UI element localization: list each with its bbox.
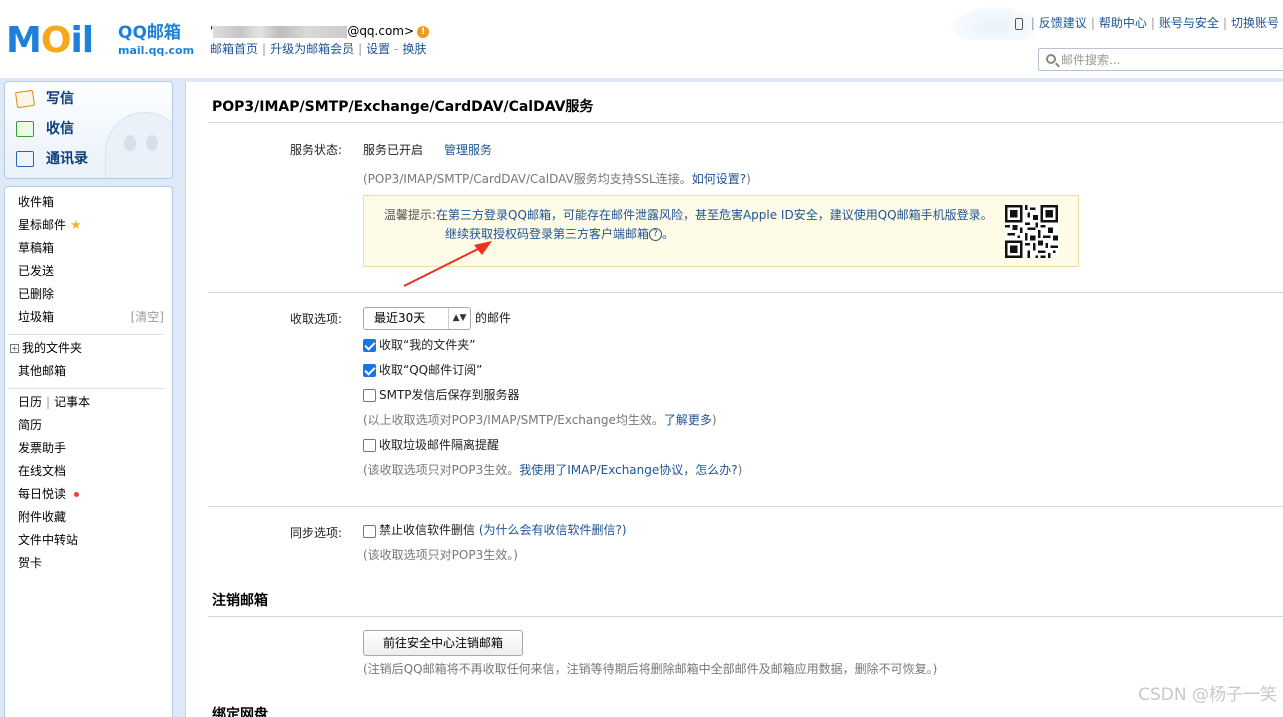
- folder-my-folders[interactable]: + 我的文件夹: [10, 338, 156, 358]
- contacts-button[interactable]: 通讯录: [16, 148, 88, 170]
- top-links: | 反馈建议 | 帮助中心 | 账号与安全 | 切换账号: [1014, 14, 1279, 32]
- app-attachments[interactable]: 附件收藏: [18, 507, 164, 527]
- fetch-options-note: (以上收取选项对POP3/IMAP/SMTP/Exchange均生效。了解更多): [363, 413, 717, 427]
- service-status-value: 服务已开启: [363, 143, 424, 157]
- folder-deleted[interactable]: 已删除: [18, 284, 164, 304]
- option-spam-alert: 收取垃圾邮件隔离提醒: [379, 438, 500, 452]
- app-resume[interactable]: 简历: [18, 415, 164, 435]
- app-calendar[interactable]: 日历: [18, 395, 42, 409]
- write-icon: [14, 89, 36, 109]
- ssl-note: (POP3/IMAP/SMTP/CardDAV/CalDAV服务均支持SSL连接…: [363, 172, 751, 186]
- link-change-skin[interactable]: 换肤: [402, 42, 426, 56]
- empty-spam-link[interactable]: [清空]: [131, 307, 164, 327]
- divider: [208, 122, 1283, 123]
- folder-inbox[interactable]: 收件箱: [18, 192, 164, 212]
- spam-option-note: (该收取选项只对POP3生效。我使用了IMAP/Exchange协议，怎么办?): [363, 463, 743, 477]
- app-file-transfer[interactable]: 文件中转站: [18, 530, 164, 550]
- folder-spam[interactable]: 垃圾箱 [清空]: [18, 307, 164, 327]
- account-links: 邮箱首页 | 升级为邮箱会员 | 设置 - 换肤: [210, 42, 427, 56]
- folder-starred[interactable]: 星标邮件 ★: [18, 215, 164, 235]
- cancel-mailbox-button[interactable]: 前往安全中心注销邮箱: [363, 630, 523, 656]
- divider: [8, 334, 164, 335]
- sync-option-note: (该收取选项只对POP3生效。): [363, 548, 518, 562]
- expand-icon[interactable]: +: [10, 344, 19, 353]
- section-title-cancel-mailbox: 注销邮箱: [212, 593, 268, 609]
- link-switch-account[interactable]: 切换账号: [1231, 16, 1279, 30]
- contacts-icon: [16, 151, 34, 167]
- compose-label: 写信: [46, 91, 74, 107]
- search-icon: [1046, 54, 1056, 64]
- fetch-suffix: 的邮件: [475, 311, 512, 325]
- qq-mail-logo[interactable]: MOil QQ邮箱 mail.qq.com: [6, 20, 195, 62]
- compose-button[interactable]: 写信: [14, 88, 74, 110]
- app-online-docs[interactable]: 在线文档: [18, 461, 164, 481]
- checkbox-spam-alert[interactable]: [363, 439, 376, 452]
- csdn-watermark: CSDN @杨子一笑: [1138, 685, 1277, 705]
- top-header: MOil QQ邮箱 mail.qq.com ' @qq.com>! 邮箱首页 | 升级…: [0, 0, 1283, 78]
- option-block-client-delete: 禁止收信软件删信 (为什么会有收信软件删信?): [379, 523, 627, 537]
- option-fetch-my-folders: 收取“我的文件夹”: [379, 338, 476, 352]
- star-icon: ★: [70, 218, 82, 233]
- fetch-range-value: 最近30天: [374, 311, 426, 325]
- help-icon[interactable]: ?: [649, 228, 663, 241]
- learn-more-link[interactable]: 了解更多: [664, 413, 712, 427]
- contacts-label: 通讯录: [46, 151, 88, 167]
- tip-text: 温馨提示:在第三方登录QQ邮箱，可能存在邮件泄露风险，甚至危害Apple ID安…: [384, 208, 993, 222]
- phone-icon[interactable]: [1014, 17, 1023, 30]
- link-help-center[interactable]: 帮助中心: [1099, 16, 1147, 30]
- divider: [8, 388, 164, 389]
- logo-wordmark: MOil: [6, 20, 94, 61]
- option-fetch-subscriptions: 收取“QQ邮件订阅”: [379, 363, 483, 377]
- sync-options-label: 同步选项:: [289, 526, 342, 540]
- fetch-options-label: 收取选项:: [289, 312, 342, 326]
- divider: [208, 506, 1283, 507]
- imap-exchange-help-link[interactable]: 我使用了IMAP/Exchange协议，怎么办?: [519, 463, 737, 477]
- mail-search-box[interactable]: [1038, 48, 1283, 71]
- account-email-suffix: @qq.com>: [347, 24, 415, 38]
- masked-account-name: [213, 25, 348, 38]
- folder-sent[interactable]: 已发送: [18, 261, 164, 281]
- select-arrows-icon: ▲▼: [448, 308, 470, 329]
- cancel-mailbox-note: (注销后QQ邮箱将不再收取任何来信，注销等待期后将删除邮箱中全部邮件及邮箱应用数…: [363, 662, 938, 676]
- section-title-services: POP3/IMAP/SMTP/Exchange/CardDAV/CalDAV服务: [212, 99, 594, 115]
- checkbox-block-client-delete[interactable]: [363, 525, 376, 538]
- checkbox-fetch-my-folders[interactable]: [363, 339, 376, 352]
- link-upgrade-member[interactable]: 升级为邮箱会员: [270, 42, 354, 56]
- fetch-range-select[interactable]: 最近30天 ▲▼: [363, 307, 471, 330]
- app-notebook[interactable]: 记事本: [54, 395, 90, 409]
- option-smtp-save: SMTP发信后保存到服务器: [379, 388, 520, 402]
- qr-code-icon: [1005, 205, 1058, 258]
- checkbox-fetch-subscriptions[interactable]: [363, 364, 376, 377]
- receive-label: 收信: [46, 121, 74, 137]
- receive-button[interactable]: 收信: [16, 118, 74, 140]
- red-arrow-annotation: [403, 241, 492, 287]
- logo-name: QQ邮箱: [118, 23, 181, 43]
- link-settings[interactable]: 设置: [366, 42, 390, 56]
- mail-search-input[interactable]: [1061, 51, 1281, 68]
- link-feedback[interactable]: 反馈建议: [1039, 16, 1087, 30]
- folder-drafts[interactable]: 草稿箱: [18, 238, 164, 258]
- app-invoice-assistant[interactable]: 发票助手: [18, 438, 164, 458]
- logo-domain: mail.qq.com: [118, 44, 195, 57]
- why-client-delete-link[interactable]: (为什么会有收信软件删信?): [479, 523, 627, 537]
- service-status-label: 服务状态:: [289, 143, 342, 157]
- checkbox-smtp-save[interactable]: [363, 389, 376, 402]
- link-account-security[interactable]: 账号与安全: [1159, 16, 1219, 30]
- unread-dot-icon: [74, 492, 80, 497]
- apps-calendar-notebook: 日历 | 记事本: [18, 395, 91, 409]
- divider: [208, 292, 1283, 293]
- app-daily-reading[interactable]: 每日悦读: [18, 484, 164, 504]
- link-mailbox-home[interactable]: 邮箱首页: [210, 42, 258, 56]
- how-to-setup-link[interactable]: 如何设置?: [692, 172, 746, 186]
- penguin-decoration: [105, 112, 172, 178]
- section-title-bind-netdisk: 绑定网盘: [212, 707, 268, 717]
- divider: [208, 616, 1283, 617]
- receive-icon: [16, 121, 34, 137]
- folder-other-mailbox[interactable]: 其他邮箱: [18, 361, 164, 381]
- manage-service-link[interactable]: 管理服务: [444, 141, 492, 159]
- app-greeting-cards[interactable]: 贺卡: [18, 553, 164, 573]
- warning-icon[interactable]: !: [417, 25, 430, 38]
- account-email: ' @qq.com>!: [210, 22, 430, 40]
